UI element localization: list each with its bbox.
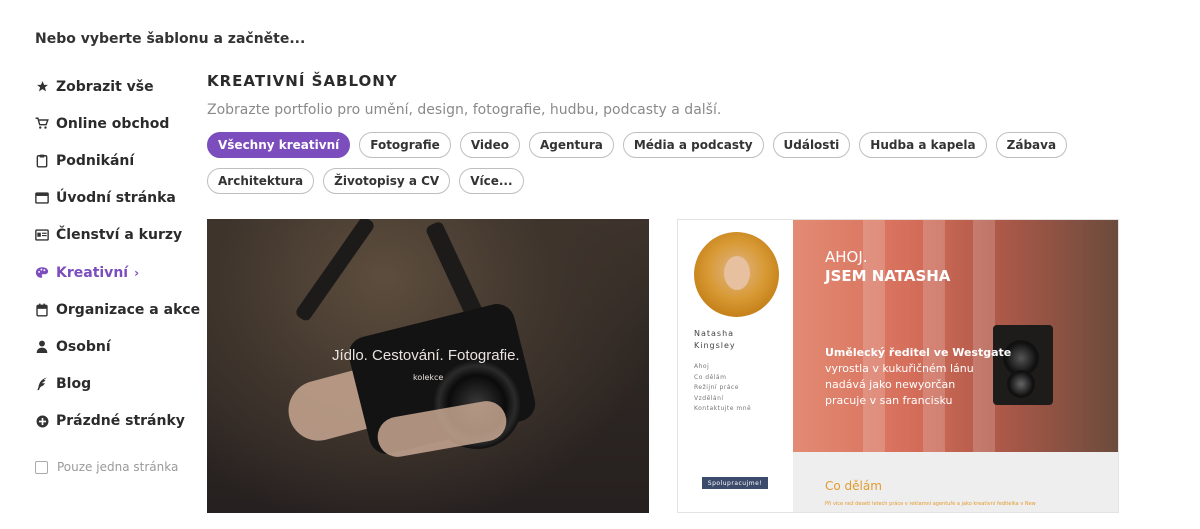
wall-stripe: [923, 220, 945, 452]
template-menu-item: Kontaktujte mně: [694, 405, 752, 412]
wall-stripe: [973, 220, 995, 452]
chip-events[interactable]: Události: [772, 132, 851, 158]
sidebar-item-label: Podnikání: [56, 152, 135, 169]
chip-all-creative[interactable]: Všechny kreativní: [207, 132, 351, 158]
page-heading: Nebo vyberte šablonu a začněte...: [35, 31, 306, 47]
template-section-title: Co dělám: [825, 479, 882, 493]
palette-icon: [35, 266, 49, 280]
template-section-text: Při více než deseti letech práce v rekla…: [825, 501, 1036, 507]
template-hero-image: AHOJ. JSEM NATASHA Umělecký ředitel ve W…: [793, 220, 1118, 452]
template-subtitle: kolekce: [413, 373, 444, 382]
sidebar-item-creative[interactable]: Kreativní ›: [35, 254, 205, 291]
sidebar-item-label: Organizace a akce: [56, 301, 201, 318]
chip-music-band[interactable]: Hudba a kapela: [859, 132, 987, 158]
template-intro: JSEM NATASHA: [825, 267, 951, 285]
person-icon: [35, 340, 49, 354]
sidebar-item-label: Osobní: [56, 338, 111, 355]
avatar: [694, 232, 779, 317]
chip-media-podcasts[interactable]: Média a podcasty: [622, 132, 764, 158]
section-subtitle: Zobrazte portfolio pro umění, design, fo…: [207, 102, 722, 118]
template-bio: Umělecký ředitel ve Westgate vyrostla v …: [825, 345, 1011, 409]
single-page-filter[interactable]: Pouze jedna stránka: [35, 460, 178, 474]
template-card-portfolio[interactable]: Natasha Kingsley Ahoj Co dělám Režijní p…: [677, 219, 1119, 513]
chevron-right-icon: ›: [134, 265, 140, 280]
template-menu-item: Ahoj: [694, 363, 710, 370]
template-bio-line: vyrostla v kukuřičném lánu: [825, 362, 974, 375]
sidebar-item-events[interactable]: Organizace a akce: [35, 291, 205, 328]
template-card-photography[interactable]: Jídlo. Cestování. Fotografie. kolekce: [207, 219, 649, 513]
star-icon: [35, 80, 49, 94]
id-card-icon: [35, 228, 49, 242]
template-menu: Ahoj Co dělám Režijní práce Vzdělání Kon…: [694, 362, 751, 415]
templates-main: KREATIVNÍ ŠABLONY Zobrazte portfolio pro…: [207, 70, 1127, 194]
chip-agency[interactable]: Agentura: [528, 132, 614, 158]
sidebar-item-personal[interactable]: Osobní: [35, 328, 205, 365]
template-bio-line: pracuje v san francisku: [825, 394, 953, 407]
sidebar-item-label: Online obchod: [56, 115, 170, 132]
plus-circle-icon: [35, 414, 49, 428]
avatar-face: [724, 256, 750, 290]
template-bio-title: Umělecký ředitel ve Westgate: [825, 346, 1012, 359]
sidebar-item-all[interactable]: Zobrazit vše: [35, 68, 205, 105]
template-menu-item: Co dělám: [694, 373, 727, 381]
sidebar-item-online-store[interactable]: Online obchod: [35, 105, 205, 142]
template-name: Natasha Kingsley: [694, 328, 736, 352]
sidebar-item-memberships[interactable]: Členství a kurzy: [35, 217, 205, 254]
sidebar-item-blank-pages[interactable]: Prázdné stránky: [35, 403, 205, 440]
sidebar-item-label: Úvodní stránka: [56, 190, 176, 207]
sidebar-item-label: Kreativní: [56, 264, 129, 281]
template-sidebar: Natasha Kingsley Ahoj Co dělám Režijní p…: [678, 220, 793, 512]
calendar-icon: [35, 303, 49, 317]
chip-architecture[interactable]: Architektura: [207, 168, 315, 194]
sidebar-item-blog[interactable]: Blog: [35, 366, 205, 403]
sidebar-item-label: Prázdné stránky: [56, 413, 185, 430]
clipboard-icon: [35, 154, 49, 168]
chip-resumes-cv[interactable]: Životopisy a CV: [323, 168, 451, 194]
sidebar-item-business[interactable]: Podnikání: [35, 142, 205, 179]
single-page-checkbox[interactable]: [35, 460, 48, 474]
category-sidebar: Zobrazit vše Online obchod Podnikání Úvo…: [35, 68, 205, 440]
single-page-label: Pouze jedna stránka: [57, 460, 179, 474]
template-bio-line: nadává jako newyorčan: [825, 378, 956, 391]
chip-entertainment[interactable]: Zábava: [995, 132, 1068, 158]
cart-icon: [35, 117, 49, 131]
quill-icon: [35, 377, 49, 391]
sidebar-item-landing-page[interactable]: Úvodní stránka: [35, 180, 205, 217]
template-headline: Jídlo. Cestování. Fotografie.: [332, 347, 520, 364]
template-name-last: Kingsley: [694, 341, 736, 350]
template-section: Co dělám Při více než deseti letech prác…: [793, 452, 1118, 512]
window-icon: [35, 191, 49, 205]
chip-more[interactable]: Více...: [459, 168, 524, 194]
chip-video[interactable]: Video: [459, 132, 520, 158]
template-cta-button: Spolupracujme!: [702, 477, 768, 489]
template-name-first: Natasha: [694, 329, 735, 338]
sidebar-item-label: Členství a kurzy: [56, 227, 183, 244]
template-menu-item: Vzdělání: [694, 394, 724, 402]
sidebar-item-label: Blog: [56, 376, 92, 393]
template-greeting: AHOJ.: [825, 248, 868, 266]
filter-chips: Všechny kreativní Fotografie Video Agent…: [207, 132, 1107, 194]
chip-photography[interactable]: Fotografie: [359, 132, 451, 158]
template-menu-item: Režijní práce: [694, 384, 739, 391]
sidebar-item-label: Zobrazit vše: [56, 78, 154, 95]
section-title: KREATIVNÍ ŠABLONY: [207, 72, 398, 90]
